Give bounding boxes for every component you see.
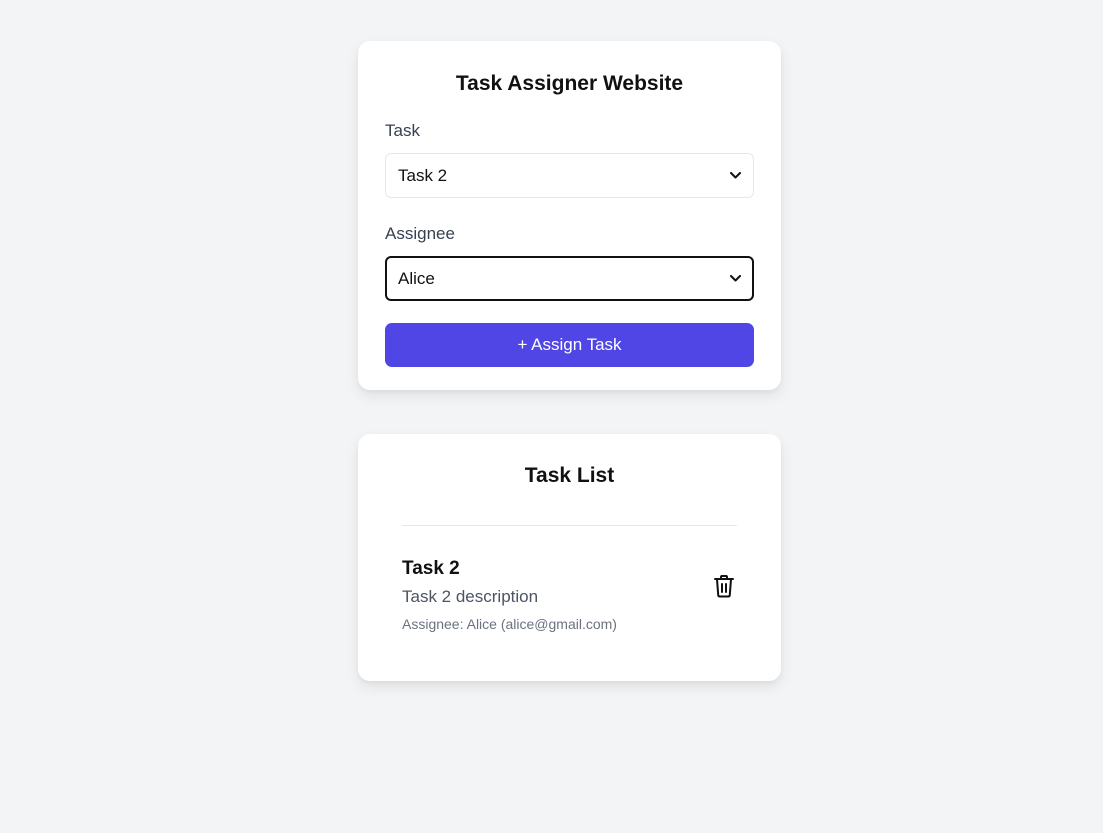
chevron-down-icon xyxy=(729,170,741,182)
form-title: Task Assigner Website xyxy=(455,72,684,95)
task-label: Task xyxy=(385,121,420,140)
task-item-name: Task 2 xyxy=(402,558,460,579)
delete-task-button[interactable] xyxy=(711,572,737,600)
task-list-title: Task List xyxy=(524,464,615,487)
chevron-down-icon xyxy=(729,273,741,285)
task-item-description: Task 2 description xyxy=(402,587,539,606)
assignee-select[interactable]: Alice xyxy=(385,256,754,301)
task-assign-form-card: Task Assigner Website Task Task 2 Assign… xyxy=(358,41,781,390)
task-list-item: Task 2 Task 2 description Assignee: Alic… xyxy=(402,558,737,632)
trash-icon xyxy=(713,574,735,598)
task-list-divider xyxy=(402,525,737,526)
task-item-assignee: Assignee: Alice (alice@gmail.com) xyxy=(402,616,617,632)
task-select[interactable]: Task 2 xyxy=(385,153,754,198)
task-select-value: Task 2 xyxy=(398,165,448,185)
assignee-select-value: Alice xyxy=(398,268,435,288)
task-list-card: Task List Task 2 Task 2 description Assi… xyxy=(358,434,781,681)
assignee-label: Assignee xyxy=(385,224,455,243)
assign-task-button[interactable]: + Assign Task xyxy=(385,323,754,367)
